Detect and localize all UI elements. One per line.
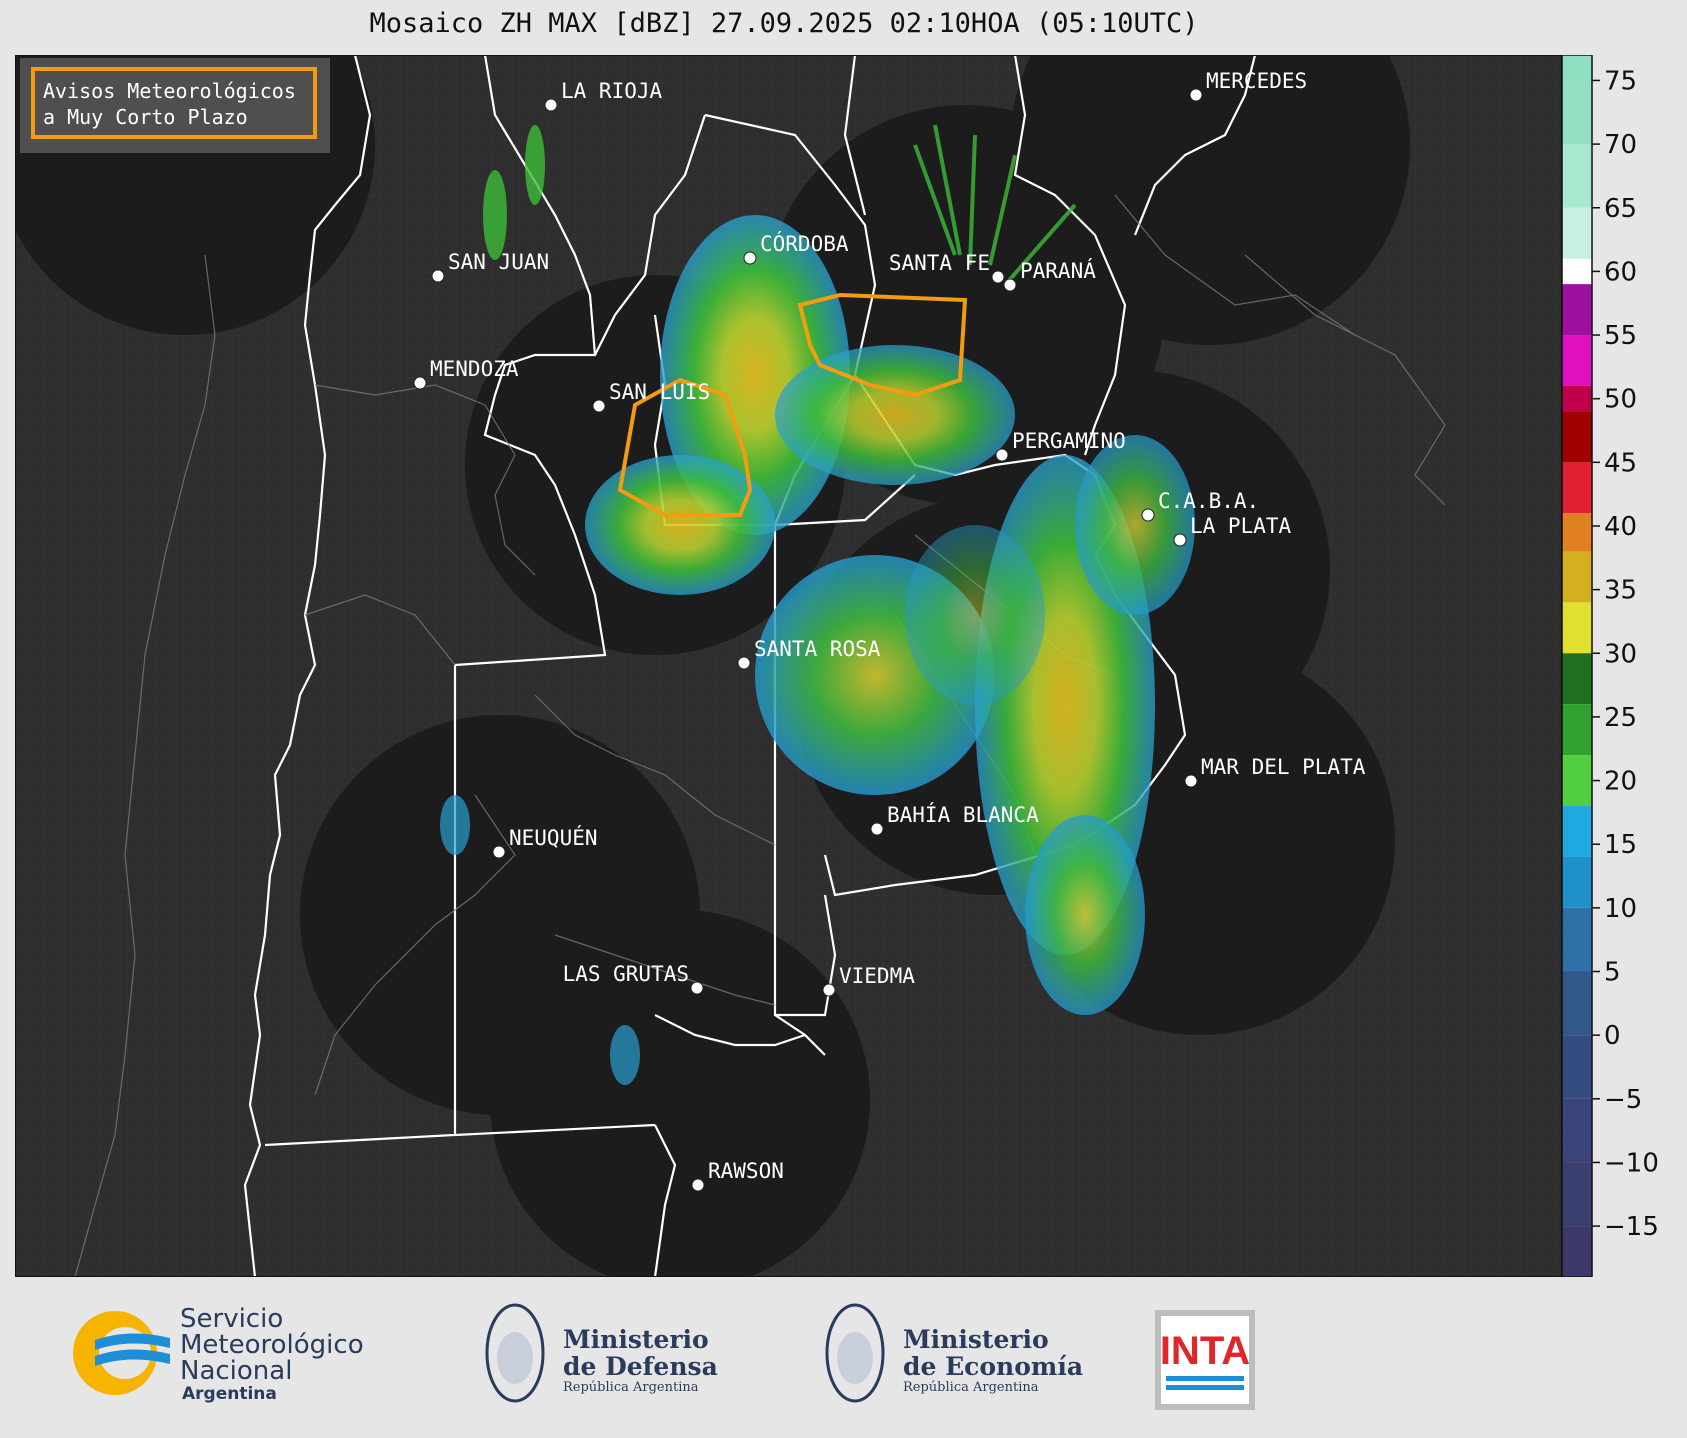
city-dot [413,376,427,390]
svg-text:República Argentina: República Argentina [903,1380,1039,1395]
economia-logo: Ministerio de Economía República Argenti… [825,1303,1083,1403]
city-label: PERGAMINO [1012,429,1126,453]
city-label: PARANÁ [1020,258,1096,283]
colorbar-band [1562,80,1592,145]
city-label: LA PLATA [1190,514,1292,538]
colorbar-band [1562,513,1592,552]
smn-logo: Servicio Meteorológico Nacional Argentin… [73,1304,364,1404]
city-dot [743,251,757,265]
city-dot [690,981,704,995]
colorbar-tick-label: 60 [1604,257,1637,287]
colorbar-band [1562,207,1592,259]
colorbar-tick-label: −5 [1604,1085,1642,1115]
colorbar-band [1562,144,1592,208]
colorbar-tick-label: 10 [1604,894,1637,924]
colorbar-band [1562,1035,1592,1099]
colorbar-band [1562,551,1592,603]
city-dot [1184,774,1198,788]
city-label: LA RIOJA [561,79,663,103]
city-dot [870,822,884,836]
city-dot [737,656,751,670]
city-label: BAHÍA BLANCA [887,802,1039,827]
city-dot [822,983,836,997]
map-title: Mosaico ZH MAX [dBZ] 27.09.2025 02:10HOA… [369,8,1199,39]
colorbar-tick-label: 25 [1604,703,1637,733]
colorbar-tick-label: 70 [1604,130,1637,160]
colorbar-band [1562,284,1592,336]
svg-text:Ministerio: Ministerio [903,1325,1049,1354]
city-label: SAN JUAN [448,250,549,274]
radar-map: LA RIOJA CÓRDOBA SANTA FE PARANÁ MERCEDES SAN… [15,55,1562,1277]
city-dot [492,845,506,859]
colorbar: 757065605550454035302520151050−5−10−15 [1562,55,1659,1277]
colorbar-tick-label: 20 [1604,767,1637,797]
city-label: LAS GRUTAS [563,962,689,986]
colorbar-band [1562,1226,1592,1277]
colorbar-band [1562,806,1592,857]
city-dot [1141,508,1155,522]
city-dot [1173,533,1187,547]
colorbar-band [1562,335,1592,386]
colorbar-band [1562,653,1592,705]
colorbar-band [1562,907,1592,972]
city-dot [1003,278,1017,292]
svg-text:Argentina: Argentina [182,1384,277,1404]
colorbar-band [1562,411,1592,463]
city-label: NEUQUÉN [509,825,598,850]
city-label: MAR DEL PLATA [1201,755,1366,779]
colorbar-tick-label: −10 [1604,1148,1659,1178]
svg-text:de Defensa: de Defensa [563,1352,718,1381]
city-dot [431,269,445,283]
svg-text:INTA: INTA [1160,1329,1250,1373]
city-label: RAWSON [708,1159,784,1183]
colorbar-tick-label: 35 [1604,576,1637,606]
city-label: SAN LUIS [609,380,710,404]
defensa-logo: Ministerio de Defensa República Argentin… [485,1303,718,1403]
city-label: SANTA FE [889,251,990,275]
colorbar-band [1562,755,1592,807]
colorbar-band [1562,704,1592,756]
inta-logo: INTA [1155,1310,1255,1410]
colorbar-tick-label: 30 [1604,639,1637,669]
colorbar-band [1562,462,1592,514]
city-dot [1189,88,1203,102]
colorbar-band [1562,385,1592,412]
city-label: SANTA ROSA [754,637,881,661]
city-label: CÓRDOBA [760,231,849,256]
city-dot [995,448,1009,462]
city-label: VIEDMA [839,964,915,988]
logo-bar: Servicio Meteorológico Nacional Argentin… [73,1303,1255,1410]
legend-line-2: a Muy Corto Plazo [43,105,248,129]
warning-legend: Avisos Meteorológicos a Muy Corto Plazo [20,58,330,153]
city-label: MENDOZA [430,357,519,381]
colorbar-tick-label: 65 [1604,194,1637,224]
colorbar-band [1562,1162,1592,1227]
colorbar-tick-label: 40 [1604,512,1637,542]
colorbar-band [1562,971,1592,1036]
svg-text:República Argentina: República Argentina [563,1380,699,1395]
colorbar-tick-label: 15 [1604,830,1637,860]
colorbar-tick-label: 55 [1604,321,1637,351]
colorbar-tick-label: 5 [1604,958,1621,988]
city-label: C.A.B.A. [1158,489,1259,513]
colorbar-band [1562,856,1592,908]
colorbar-band [1562,258,1592,285]
city-dot [592,399,606,413]
colorbar-tick-label: 0 [1604,1021,1621,1051]
city-dot [991,270,1005,284]
city-dot [544,98,558,112]
svg-text:Nacional: Nacional [180,1356,292,1386]
colorbar-tick-label: 45 [1604,448,1637,478]
colorbar-band [1562,602,1592,654]
svg-text:Ministerio: Ministerio [563,1325,709,1354]
colorbar-band [1562,1098,1592,1163]
colorbar-tick-label: 50 [1604,385,1637,415]
colorbar-tick-label: 75 [1604,66,1637,96]
colorbar-tick-label: −15 [1604,1212,1659,1242]
city-label: MERCEDES [1206,69,1307,93]
legend-line-1: Avisos Meteorológicos [43,79,296,103]
colorbar-band [1562,55,1592,81]
svg-text:de Economía: de Economía [903,1352,1083,1381]
city-dot [691,1178,705,1192]
